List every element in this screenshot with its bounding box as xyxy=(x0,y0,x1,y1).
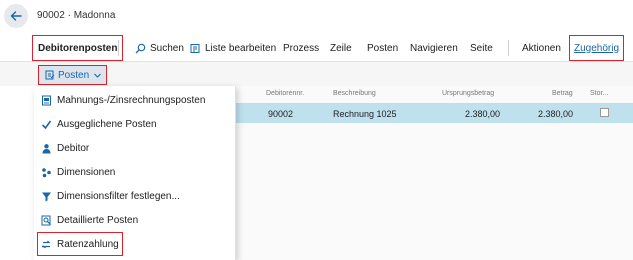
breadcrumb: 90002 · Madonna xyxy=(37,10,116,21)
cell-betrag[interactable]: 2.380,00 xyxy=(538,109,573,119)
zeile-menu[interactable]: Zeile xyxy=(330,36,352,60)
edit-list-button[interactable]: Liste bearbeiten xyxy=(190,36,276,60)
storniert-checkbox[interactable] xyxy=(600,108,609,117)
menu-item-debitor[interactable]: Debitor xyxy=(38,137,232,159)
prozess-menu[interactable]: Prozess xyxy=(283,36,319,60)
seite-menu[interactable]: Seite xyxy=(470,36,493,60)
dimensions-icon xyxy=(42,167,51,177)
checkmark-icon xyxy=(41,120,52,129)
menu-item-label: Ratenzahlung xyxy=(57,238,119,250)
debitorenposten-tab[interactable]: Debitorenposten xyxy=(31,35,124,61)
document-list-icon xyxy=(42,95,51,105)
chevron-down-icon xyxy=(94,73,102,78)
aktionen-menu[interactable]: Aktionen xyxy=(522,36,561,60)
menu-item-label: Dimensionsfilter festlegen... xyxy=(57,190,180,202)
column-header-ursprungsbetrag[interactable]: Ursprungsbetrag xyxy=(442,90,494,97)
posten-menu[interactable]: Posten xyxy=(367,36,398,60)
divider xyxy=(508,40,509,56)
detail-search-icon xyxy=(41,215,51,225)
menu-item-label: Ausgeglichene Posten xyxy=(57,118,157,130)
back-button[interactable] xyxy=(4,4,28,28)
menu-item-detaillierte-posten[interactable]: Detaillierte Posten xyxy=(38,209,232,231)
posten-dropdown-button[interactable]: Posten xyxy=(38,65,107,85)
edit-list-label: Liste bearbeiten xyxy=(205,42,277,54)
edit-list-icon xyxy=(190,43,200,53)
menu-item-ausgeglichene-posten[interactable]: Ausgeglichene Posten xyxy=(38,113,232,135)
menu-item-dimensionen[interactable]: Dimensionen xyxy=(38,161,232,183)
search-label: Suchen xyxy=(150,42,184,54)
navigieren-menu[interactable]: Navigieren xyxy=(410,36,458,60)
menu-item-ratenzahlung[interactable]: Ratenzahlung xyxy=(37,232,123,256)
column-header-betrag[interactable]: Betrag xyxy=(552,90,573,97)
search-button[interactable]: Suchen xyxy=(135,36,184,60)
cell-beschreibung[interactable]: Rechnung 1025 xyxy=(333,109,397,119)
menu-item-label: Debitor xyxy=(57,142,90,154)
page-header: 90002 · Madonna xyxy=(0,0,633,34)
arrow-left-icon xyxy=(10,11,22,21)
zugehoerig-tab[interactable]: Zugehörig xyxy=(568,35,625,61)
column-header-debitorennr[interactable]: Debitorennr. xyxy=(266,90,304,97)
menu-item-label: Dimensionen xyxy=(57,166,116,178)
posten-icon xyxy=(45,70,55,80)
installment-icon xyxy=(42,240,51,248)
action-bar: Debitorenposten Suchen Liste bearbeiten … xyxy=(0,35,633,61)
divider xyxy=(118,40,119,56)
table-row[interactable] xyxy=(236,103,633,123)
menu-item-dimensionsfilter[interactable]: Dimensionsfilter festlegen... xyxy=(38,185,232,207)
column-header-storniert[interactable]: Stor... xyxy=(590,90,608,97)
cell-ursprungsbetrag[interactable]: 2.380,00 xyxy=(465,109,500,119)
search-icon xyxy=(135,43,146,53)
menu-item-label: Mahnungs-/Zinsrechnungsposten xyxy=(57,94,206,106)
posten-dropdown-menu: Mahnungs-/Zinsrechnungsposten Ausgeglich… xyxy=(34,86,236,260)
filter-icon xyxy=(42,192,51,201)
posten-dropdown-label: Posten xyxy=(58,69,90,81)
menu-item-mahnungsposten[interactable]: Mahnungs-/Zinsrechnungsposten xyxy=(38,89,232,111)
column-header-beschreibung[interactable]: Beschreibung xyxy=(333,90,376,97)
cell-debitorennr[interactable]: 90002 xyxy=(268,109,293,119)
person-icon xyxy=(42,143,51,153)
menu-item-label: Detaillierte Posten xyxy=(57,214,139,226)
